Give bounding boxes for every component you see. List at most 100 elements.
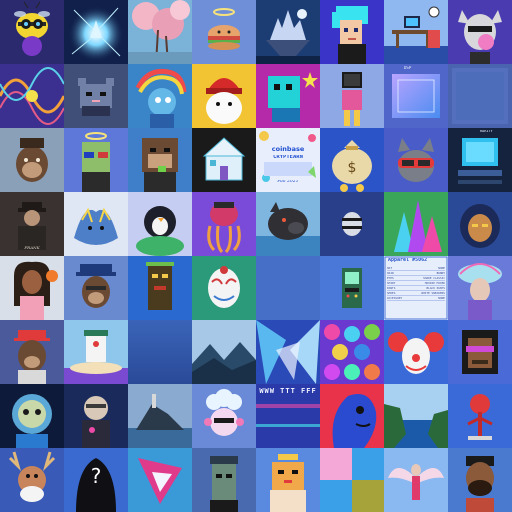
tile-burger-halo[interactable] — [192, 0, 256, 64]
tile-red-tree-figure[interactable] — [448, 384, 512, 448]
tile-rainbow-hair-creature[interactable] — [128, 64, 192, 128]
abstract-blue-shards-image — [256, 320, 320, 384]
tile-bearded-man-3d[interactable] — [448, 448, 512, 512]
trait-key: HAT — [387, 266, 393, 270]
blue-energy-crystal-image — [64, 0, 128, 64]
tile-astronaut-skull[interactable] — [0, 384, 64, 448]
pixel-purple-shades-image — [448, 320, 512, 384]
trait-key: ACCESSORY — [387, 296, 403, 300]
tile-cloud-hair-pet[interactable] — [192, 384, 256, 448]
tile-gangster-photo-frank[interactable]: FRANK — [0, 192, 64, 256]
tile-pixel-ape-tongue[interactable] — [128, 128, 192, 192]
cloud-hair-pet-image — [192, 384, 256, 448]
tile-pixel-cyan-creature-star[interactable] — [256, 64, 320, 128]
tile-pixel-cat-hoodie[interactable] — [64, 64, 128, 128]
tile-empty-blue-slot[interactable] — [256, 256, 320, 320]
tile-opera-mask[interactable] — [192, 256, 256, 320]
glitch-text: WWW TTT FFF — [259, 387, 317, 395]
tile-ornate-woman-headdress[interactable] — [448, 256, 512, 320]
tile-ape-captain-hat[interactable] — [64, 256, 128, 320]
monitor-head-fashion-image — [320, 64, 384, 128]
tile-boar-seaside[interactable] — [256, 192, 320, 256]
tile-metal-capsule[interactable] — [320, 192, 384, 256]
coinbase-brand-label: coinbase — [271, 146, 305, 153]
tile-fractal-pattern[interactable] — [0, 64, 64, 128]
tile-moose-santa[interactable] — [0, 448, 64, 512]
tile-red-beanie-ghost[interactable] — [192, 64, 256, 128]
tile-evil-clown[interactable] — [384, 320, 448, 384]
tile-money-bag-character[interactable]: $ — [320, 128, 384, 192]
hooded-face-avatar-image — [448, 192, 512, 256]
trait-value: SHADE CLASSIC — [423, 276, 445, 280]
tile-blue-beast-sketch[interactable] — [64, 192, 128, 256]
tile-psychedelic-octopus[interactable] — [192, 192, 256, 256]
cat-with-goggles-image — [384, 128, 448, 192]
cyan-hair-pixel-punk-image — [320, 0, 384, 64]
tile-hex-color-mosaic[interactable] — [320, 320, 384, 384]
bored-ape-hat-image — [0, 128, 64, 192]
pastel-color-blocks-image — [320, 448, 384, 512]
tile-pixel-house-doodle[interactable] — [192, 128, 256, 192]
tile-girl-basketball[interactable] — [0, 256, 64, 320]
pixel-cyan-creature-star-image — [256, 64, 320, 128]
tile-noise-blue-square[interactable] — [448, 64, 512, 128]
pixel-punk-cap-image — [192, 448, 256, 512]
tile-cartoon-robot-sea[interactable] — [64, 320, 128, 384]
tile-glitch-letters-poster[interactable]: WWW TTT FFF — [256, 384, 320, 448]
tile-monitor-head-fashion[interactable] — [320, 64, 384, 128]
trait-key: SHIRT — [387, 281, 396, 285]
tile-colorful-ice-creature[interactable] — [384, 192, 448, 256]
money-bag-character-image: $ — [320, 128, 384, 192]
tile-rarity-panel[interactable]: RARITY — [448, 128, 512, 192]
evil-clown-image — [384, 320, 448, 384]
tile-dsp-gradient-panel[interactable]: DSP — [384, 64, 448, 128]
tile-angel-winged-figure[interactable] — [384, 448, 448, 512]
tile-bored-ape-hat[interactable] — [0, 128, 64, 192]
tile-pixel-punk-cap[interactable] — [192, 448, 256, 512]
tile-island-tower[interactable] — [128, 384, 192, 448]
tile-mystery-silhouette[interactable]: ? — [64, 448, 128, 512]
tile-blue-gradient-slot[interactable] — [128, 320, 192, 384]
coinbase-cryptearn-label: CRYPTEARN — [273, 155, 303, 160]
tile-blue-skull-woman-profile[interactable] — [320, 384, 384, 448]
tile-pixel-purple-shades[interactable] — [448, 320, 512, 384]
tile-office-room-scene[interactable] — [384, 0, 448, 64]
cyber-boy-portrait-image — [64, 384, 128, 448]
tile-apparel-traits-card[interactable]: Apparel #5062 HAT NONE HAIR BUNNY EYES SHAD… — [384, 256, 448, 320]
tile-abstract-pink-shard[interactable] — [128, 448, 192, 512]
tile-rat-bubblegum[interactable] — [448, 0, 512, 64]
rarity-panel-image — [448, 128, 512, 192]
cherry-blossom-landscape-image — [128, 0, 192, 64]
tile-pixel-tiki-face[interactable] — [128, 256, 192, 320]
tile-pixel-cat-crown[interactable] — [256, 448, 320, 512]
metal-capsule-image — [320, 192, 384, 256]
trait-key: EYES — [387, 276, 394, 280]
tile-ape-red-cap[interactable] — [0, 320, 64, 384]
angel-winged-figure-image — [384, 448, 448, 512]
tile-hooded-face-avatar[interactable] — [448, 192, 512, 256]
tile-blue-energy-crystal[interactable] — [64, 0, 128, 64]
tile-bee-robot[interactable] — [0, 0, 64, 64]
ape-captain-hat-image — [64, 256, 128, 320]
opera-mask-image — [192, 256, 256, 320]
bee-robot-image — [0, 0, 64, 64]
penguin-bush-image — [128, 192, 192, 256]
tile-misty-mountains[interactable] — [192, 320, 256, 384]
tile-abstract-blue-shards[interactable] — [256, 320, 320, 384]
pixel-ape-tongue-image — [128, 128, 192, 192]
tile-cyber-boy-portrait[interactable] — [64, 384, 128, 448]
tile-penguin-bush[interactable] — [128, 192, 192, 256]
tile-cat-with-goggles[interactable] — [384, 128, 448, 192]
tile-cherry-blossom-landscape[interactable] — [128, 0, 192, 64]
trait-value: BLACK PANTS — [426, 286, 445, 290]
tile-floating-castle[interactable] — [256, 0, 320, 64]
tile-cyan-hair-pixel-punk[interactable] — [320, 0, 384, 64]
tile-arcade-machine[interactable] — [320, 256, 384, 320]
frank-caption: FRANK — [24, 246, 40, 250]
ape-red-cap-image — [0, 320, 64, 384]
question-mark: ? — [90, 466, 102, 487]
tile-coastal-cliffs[interactable] — [384, 384, 448, 448]
tile-pastel-color-blocks[interactable] — [320, 448, 384, 512]
tile-coinbase-cryptearn-poster[interactable]: coinbase CRYPTEARN Fall 2021 — [256, 128, 320, 192]
tile-halo-pixel-zombie[interactable] — [64, 128, 128, 192]
